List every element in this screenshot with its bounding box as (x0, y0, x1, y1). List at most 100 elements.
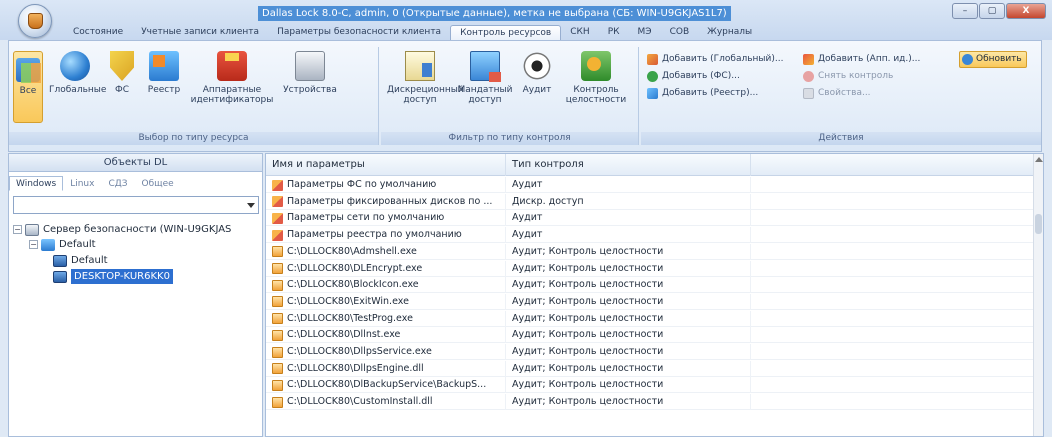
subtab-linux[interactable]: Linux (63, 176, 101, 191)
window-controls: – ▢ X (951, 3, 1046, 19)
add-global-button[interactable]: Добавить (Глобальный)... (647, 51, 783, 68)
tree-node-security-server[interactable]: − Сервер безопасности (WIN-U9GKJAS (13, 222, 231, 237)
tab-me[interactable]: МЭ (629, 25, 661, 40)
tree-node-default-client[interactable]: Default (53, 253, 108, 268)
subtab-common[interactable]: Общее (135, 176, 181, 191)
parameters-icon (272, 229, 283, 241)
cell-name: Параметры реестра по умолчанию (266, 227, 506, 244)
cell-empty (751, 361, 1043, 377)
os-subtabs: Windows Linux СДЗ Общее (9, 176, 181, 191)
cell-empty (751, 394, 1043, 410)
filter-fs-button[interactable]: ФС (105, 51, 139, 95)
printer-icon (295, 51, 325, 81)
scroll-up-icon[interactable] (1035, 157, 1043, 162)
resource-name: Параметры реестра по умолчанию (287, 229, 462, 241)
table-row[interactable]: Параметры сети по умолчанию Аудит (266, 210, 1043, 227)
computer-icon (53, 270, 67, 283)
table-row[interactable]: C:\DLLOCK80\Dllnst.exe Аудит; Контроль це… (266, 327, 1043, 344)
filter-discretionary-button[interactable]: Дискреционный доступ (387, 51, 464, 105)
maximize-button[interactable]: ▢ (979, 3, 1005, 19)
discretionary-access-icon (405, 51, 435, 81)
add-fs-button[interactable]: Добавить (ФС)... (647, 68, 783, 85)
tab-journals[interactable]: Журналы (698, 25, 761, 40)
cell-empty (751, 377, 1043, 393)
vertical-scrollbar[interactable] (1033, 154, 1043, 436)
group-actions: Добавить (Глобальный)... Добавить (ФС)..… (641, 47, 1041, 145)
cell-control-type: Аудит; Контроль целостности (506, 344, 751, 360)
subtab-windows[interactable]: Windows (9, 176, 64, 191)
cell-empty (751, 311, 1043, 327)
scroll-thumb[interactable] (1035, 214, 1042, 234)
app-menu-button[interactable] (18, 4, 52, 38)
group-label: Фильтр по типу контроля (381, 132, 638, 145)
refresh-button[interactable]: Обновить (959, 51, 1027, 68)
filter-mandatory-button[interactable]: Мандатный доступ (457, 51, 513, 105)
file-icon (272, 396, 283, 408)
tab-client-security[interactable]: Параметры безопасности клиента (268, 25, 450, 40)
table-row[interactable]: C:\DLLOCK80\DllpsEngine.dll Аудит; Контро… (266, 360, 1043, 377)
cell-control-type: Аудит; Контроль целостности (506, 293, 751, 310)
cell-name: C:\DLLOCK80\Admshell.exe (266, 243, 506, 260)
tree-node-default-domain[interactable]: − Default (29, 237, 96, 252)
cell-name: Параметры ФС по умолчанию (266, 177, 506, 193)
registry-icon (149, 51, 179, 81)
tab-rk[interactable]: РК (599, 25, 629, 40)
remove-control-button[interactable]: Снять контроль (803, 68, 920, 85)
integrity-control-icon (581, 51, 611, 81)
resource-name: C:\DLLOCK80\DlBackupService\BackupS... (287, 379, 487, 391)
filter-registry-button[interactable]: Реестр (143, 51, 185, 95)
table-row[interactable]: C:\DLLOCK80\ExitWin.exe Аудит; Контроль ц… (266, 293, 1043, 310)
cell-control-type: Аудит (506, 227, 751, 244)
table-row[interactable]: C:\DLLOCK80\CustomInstall.dll Аудит; Конт… (266, 394, 1043, 411)
filter-global-button[interactable]: Глобальные (49, 51, 106, 95)
tab-client-accounts[interactable]: Учетные записи клиента (132, 25, 268, 40)
cell-control-type: Аудит; Контроль целостности (506, 260, 751, 277)
column-name-header[interactable]: Имя и параметры (266, 154, 506, 176)
objects-filter-combo[interactable] (13, 196, 259, 214)
table-row[interactable]: C:\DLLOCK80\TestProg.exe Аудит; Контроль … (266, 310, 1043, 327)
cell-control-type: Аудит (506, 210, 751, 227)
collapse-icon[interactable]: − (13, 225, 22, 234)
table-row[interactable]: C:\DLLOCK80\Admshell.exe Аудит; Контроль … (266, 243, 1043, 260)
table-row[interactable]: C:\DLLOCK80\DllpsService.exe Аудит; Контр… (266, 344, 1043, 360)
subtab-sdz[interactable]: СДЗ (101, 176, 134, 191)
properties-button[interactable]: Свойства... (803, 85, 920, 102)
table-row[interactable]: Параметры реестра по умолчанию Аудит (266, 227, 1043, 244)
add-hardware-id-button[interactable]: Добавить (Апп. ид.)... (803, 51, 920, 68)
refresh-icon (962, 54, 973, 65)
cell-control-type: Аудит (506, 177, 751, 193)
resource-name: C:\DLLOCK80\BlockIcon.exe (287, 279, 419, 291)
table-row[interactable]: Параметры ФС по умолчанию Аудит (266, 177, 1043, 193)
filter-audit-button[interactable]: Аудит (517, 51, 557, 95)
file-icon (272, 313, 283, 325)
minimize-button[interactable]: – (952, 3, 978, 19)
tree-node-desktop[interactable]: DESKTOP-KUR6KK0 (53, 269, 173, 284)
add-registry-button[interactable]: Добавить (Реестр)... (647, 85, 783, 102)
file-icon (272, 329, 283, 341)
remove-icon (803, 71, 814, 82)
add-global-icon (647, 54, 658, 65)
tab-resource-control[interactable]: Контроль ресурсов (450, 25, 562, 40)
tab-skn[interactable]: СКН (561, 25, 598, 40)
file-icon (272, 363, 283, 375)
table-row[interactable]: C:\DLLOCK80\DlBackupService\BackupS... Ау… (266, 377, 1043, 394)
table-row[interactable]: Параметры фиксированных дисков по ... Дис… (266, 193, 1043, 210)
table-row[interactable]: C:\DLLOCK80\DLEncrypt.exe Аудит; Контроль… (266, 260, 1043, 277)
file-icon (272, 379, 283, 391)
tab-sov[interactable]: СОВ (661, 25, 699, 40)
all-resources-icon (16, 58, 41, 83)
column-type-header[interactable]: Тип контроля (506, 154, 751, 176)
table-row[interactable]: C:\DLLOCK80\BlockIcon.exe Аудит; Контроль… (266, 277, 1043, 294)
cell-control-type: Дискр. доступ (506, 193, 751, 210)
computer-icon (53, 254, 67, 267)
filter-integrity-button[interactable]: Контроль целостности (561, 51, 631, 105)
filter-devices-button[interactable]: Устройства (279, 51, 341, 95)
filter-hardware-id-button[interactable]: Аппаратные идентификаторы (189, 51, 275, 105)
collapse-icon[interactable]: − (29, 240, 38, 249)
close-button[interactable]: X (1006, 3, 1046, 19)
actions-col-2: Добавить (Апп. ид.)... Снять контроль Св… (803, 51, 920, 102)
filter-all-button[interactable]: Все (13, 51, 43, 123)
resource-name: Параметры сети по умолчанию (287, 212, 445, 224)
chevron-down-icon[interactable] (247, 203, 255, 208)
tab-status[interactable]: Состояние (64, 25, 132, 40)
